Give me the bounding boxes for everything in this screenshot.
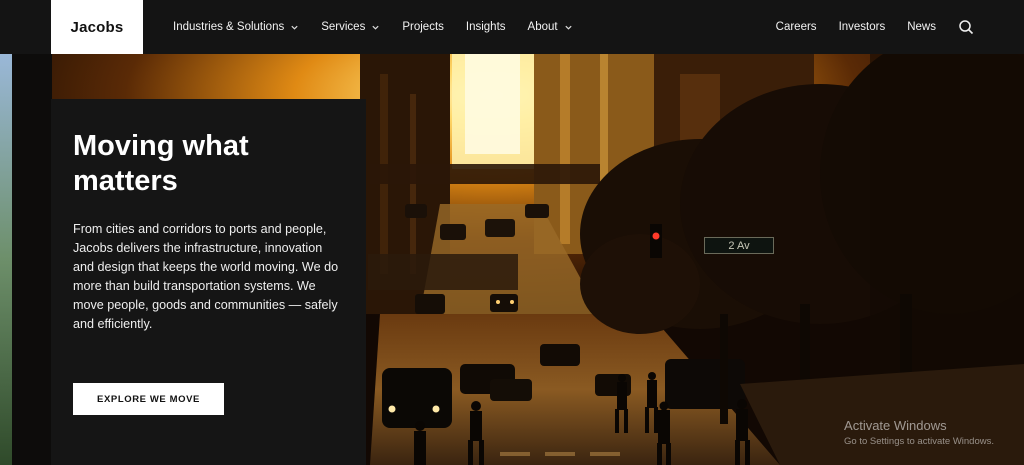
nav-careers[interactable]: Careers bbox=[776, 21, 817, 33]
nav-services[interactable]: Services bbox=[321, 21, 380, 33]
primary-nav: Industries & Solutions Services Projects… bbox=[173, 0, 573, 54]
cta-label: EXPLORE WE MOVE bbox=[97, 393, 200, 405]
nav-about[interactable]: About bbox=[528, 21, 573, 33]
hero-section: 2 Av Moving what matters From cities and… bbox=[0, 54, 1024, 465]
jacobs-logo[interactable]: Jacobs bbox=[51, 0, 143, 54]
watermark-title: Activate Windows bbox=[844, 418, 947, 433]
watermark-subtitle: Go to Settings to activate Windows. bbox=[844, 436, 994, 447]
nav-label: About bbox=[527, 21, 558, 33]
hero-body-text: From cities and corridors to ports and p… bbox=[73, 222, 339, 331]
nav-label: Projects bbox=[402, 21, 444, 33]
street-sign: 2 Av bbox=[704, 237, 774, 254]
nav-label: News bbox=[907, 21, 936, 33]
top-navigation-bar: Jacobs Industries & Solutions Services P… bbox=[0, 0, 1024, 54]
nav-investors[interactable]: Investors bbox=[839, 21, 886, 33]
nav-label: Services bbox=[321, 21, 366, 33]
hero-content-panel: Moving what matters From cities and corr… bbox=[51, 99, 366, 465]
nav-insights[interactable]: Insights bbox=[466, 21, 506, 33]
explore-we-move-button[interactable]: EXPLORE WE MOVE bbox=[73, 383, 224, 415]
chevron-down-icon bbox=[291, 25, 298, 30]
nav-industries-solutions[interactable]: Industries & Solutions bbox=[173, 21, 299, 33]
nav-label: Investors bbox=[838, 21, 886, 33]
street-sign-label: 2 Av bbox=[728, 239, 750, 252]
nav-projects[interactable]: Projects bbox=[402, 21, 444, 33]
chevron-down-icon bbox=[564, 25, 572, 30]
logo-text: Jacobs bbox=[70, 18, 124, 36]
nav-news[interactable]: News bbox=[907, 21, 936, 33]
activate-windows-watermark: Activate Windows Go to Settings to activ… bbox=[844, 418, 994, 447]
nav-label: Careers bbox=[775, 21, 817, 33]
hero-headline: Moving what matters bbox=[73, 130, 249, 197]
secondary-nav: Careers Investors News bbox=[776, 0, 974, 54]
nav-label: Industries & Solutions bbox=[173, 21, 285, 33]
nav-label: Insights bbox=[465, 21, 506, 33]
chevron-down-icon bbox=[372, 25, 379, 30]
search-icon[interactable] bbox=[958, 19, 974, 35]
